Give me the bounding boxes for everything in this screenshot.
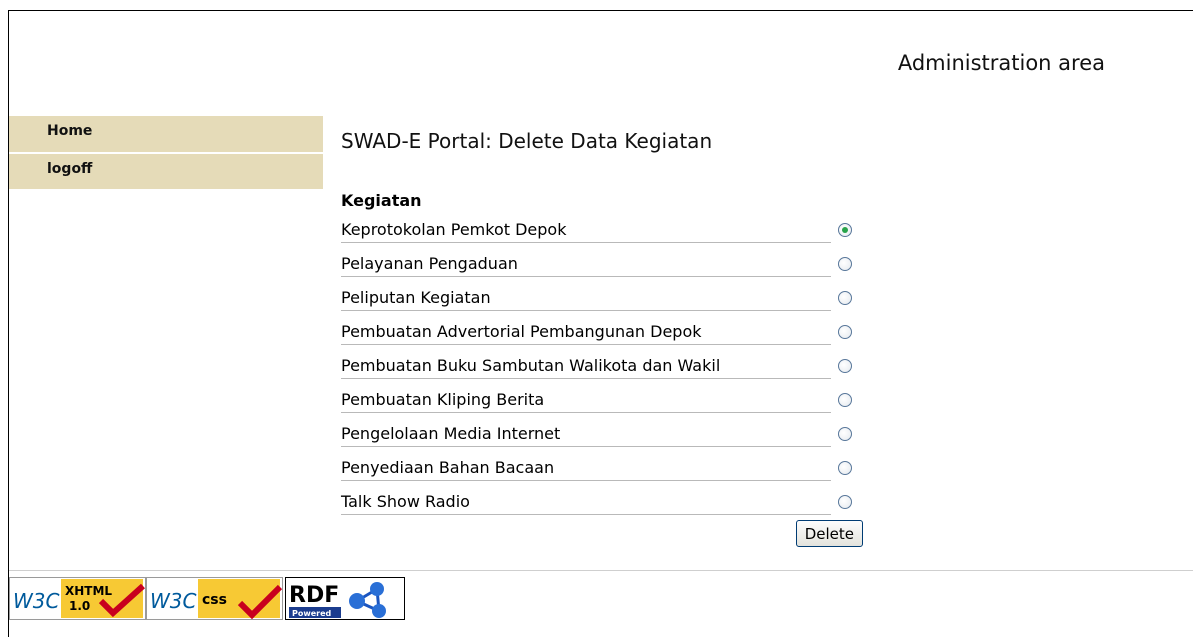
delete-form: Kegiatan Keprotokolan Pemkot Depok Pelaya… (341, 189, 863, 547)
kegiatan-radio[interactable] (838, 393, 852, 407)
svg-text:W3C: W3C (13, 589, 60, 613)
kegiatan-radio[interactable] (838, 291, 852, 305)
kegiatan-row: Pelayanan Pengaduan (341, 247, 863, 281)
kegiatan-label: Pembuatan Kliping Berita (341, 387, 831, 413)
rdf-badge-icon[interactable]: RDF Powered (285, 577, 405, 620)
kegiatan-row: Talk Show Radio (341, 485, 863, 519)
kegiatan-radio[interactable] (838, 461, 852, 475)
svg-text:1.0: 1.0 (69, 599, 90, 613)
kegiatan-label: Talk Show Radio (341, 489, 831, 515)
kegiatan-row: Pembuatan Advertorial Pembangunan Depok (341, 315, 863, 349)
kegiatan-label: Keprotokolan Pemkot Depok (341, 217, 831, 243)
xhtml-badge-icon[interactable]: W3C XHTML 1.0 (9, 577, 146, 620)
kegiatan-row: Pembuatan Kliping Berita (341, 383, 863, 417)
sidebar-nav: Home logoff (9, 116, 323, 191)
kegiatan-label: Pelayanan Pengaduan (341, 251, 831, 277)
kegiatan-radio[interactable] (838, 495, 852, 509)
kegiatan-row: Pembuatan Buku Sambutan Walikota dan Wak… (341, 349, 863, 383)
kegiatan-label: Peliputan Kegiatan (341, 285, 831, 311)
kegiatan-label: Pembuatan Buku Sambutan Walikota dan Wak… (341, 353, 831, 379)
svg-text:css: css (202, 592, 227, 608)
badge-bar: W3C XHTML 1.0 W3C css RDF Powered (9, 577, 405, 620)
kegiatan-row: Pengelolaan Media Internet (341, 417, 863, 451)
kegiatan-radio[interactable] (838, 257, 852, 271)
css-badge-icon[interactable]: W3C css (146, 577, 283, 620)
kegiatan-list: Keprotokolan Pemkot Depok Pelayanan Penga… (341, 213, 863, 519)
kegiatan-row: Peliputan Kegiatan (341, 281, 863, 315)
kegiatan-row: Penyediaan Bahan Bacaan (341, 451, 863, 485)
kegiatan-radio[interactable] (838, 325, 852, 339)
kegiatan-radio[interactable] (838, 223, 852, 237)
kegiatan-radio[interactable] (838, 427, 852, 441)
nav-item-home[interactable]: Home (9, 116, 323, 154)
kegiatan-label: Penyediaan Bahan Bacaan (341, 455, 831, 481)
kegiatan-label: Pembuatan Advertorial Pembangunan Depok (341, 319, 831, 345)
footer-divider (9, 570, 1193, 571)
svg-text:XHTML: XHTML (65, 584, 112, 598)
form-actions: Delete (341, 520, 863, 547)
header-title: Administration area (897, 51, 1105, 75)
kegiatan-row: Keprotokolan Pemkot Depok (341, 213, 863, 247)
column-header: Kegiatan (341, 191, 422, 210)
svg-text:Powered: Powered (292, 609, 332, 618)
svg-text:W3C: W3C (150, 589, 197, 613)
kegiatan-radio[interactable] (838, 359, 852, 373)
page-title: SWAD-E Portal: Delete Data Kegiatan (341, 129, 713, 153)
svg-text:RDF: RDF (289, 583, 339, 608)
delete-button[interactable]: Delete (795, 520, 863, 547)
kegiatan-label: Pengelolaan Media Internet (341, 421, 831, 447)
nav-item-logoff[interactable]: logoff (9, 154, 323, 191)
